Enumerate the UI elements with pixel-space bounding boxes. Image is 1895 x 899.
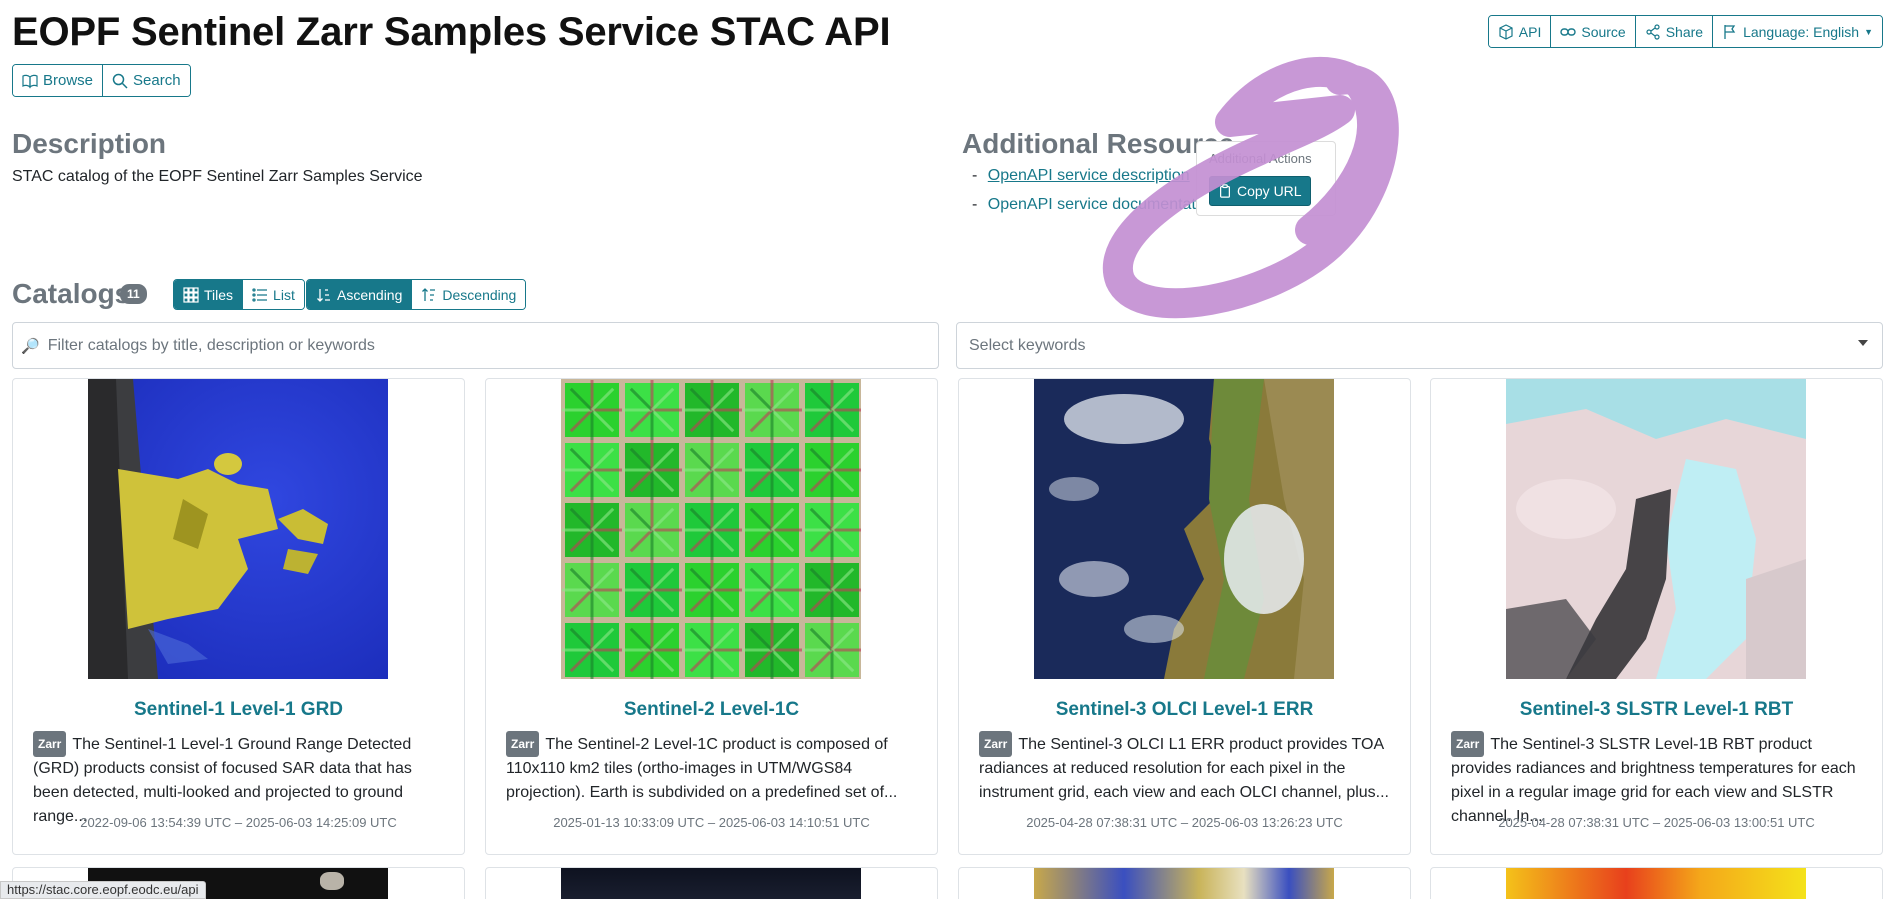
catalog-thumbnail[interactable]: [88, 379, 388, 679]
resource-item: - OpenAPI service description: [972, 167, 1199, 196]
openapi-description-link[interactable]: OpenAPI service description: [988, 167, 1190, 184]
catalog-title[interactable]: Sentinel-2 Level-1C: [486, 699, 937, 721]
api-button[interactable]: API: [1488, 16, 1552, 47]
magnifier-icon: 🔎: [21, 337, 40, 355]
chevron-down-icon: [1858, 340, 1868, 346]
nav-button-group: Browse Search: [12, 64, 191, 97]
chevron-down-icon: ▼: [1864, 26, 1873, 37]
browse-label: Browse: [43, 72, 94, 89]
source-button[interactable]: Source: [1551, 16, 1636, 47]
top-actions-group: API Source Share Language: English ▼: [1487, 15, 1883, 48]
search-icon: [112, 73, 128, 89]
sort-descending-button[interactable]: Descending: [412, 280, 526, 309]
view-toggle-group: Tiles List: [173, 279, 305, 310]
catalog-thumbnail[interactable]: [1034, 868, 1334, 899]
zarr-badge: Zarr: [506, 731, 540, 757]
catalog-title[interactable]: Sentinel-1 Level-1 GRD: [13, 699, 464, 721]
source-label: Source: [1581, 23, 1626, 40]
browser-status-bar: https://stac.core.eopf.eodc.eu/api: [0, 881, 206, 899]
catalog-date-range: 2025-04-28 07:38:31 UTC – 2025-06-03 13:…: [1498, 815, 1815, 830]
resource-item: - OpenAPI service documentati: [972, 196, 1199, 225]
catalog-description-text: The Sentinel-3 SLSTR Level-1B RBT produc…: [1451, 736, 1856, 825]
catalog-filter-field[interactable]: 🔎: [12, 322, 939, 369]
link-icon: [1560, 27, 1577, 36]
tiles-label: Tiles: [204, 286, 234, 303]
list-view-button[interactable]: List: [243, 280, 304, 309]
share-button[interactable]: Share: [1635, 16, 1714, 47]
language-label: Language: English: [1743, 23, 1860, 40]
resources-heading: Additional Resource: [962, 128, 1235, 159]
catalog-title[interactable]: Sentinel-3 SLSTR Level-1 RBT: [1431, 699, 1882, 721]
catalog-filter-input[interactable]: [47, 336, 928, 355]
resource-bullet: -: [972, 167, 978, 184]
keywords-placeholder: Select keywords: [969, 336, 1086, 354]
catalog-card[interactable]: Sentinel-1 Level-1 GRD Zarr The Sentinel-…: [12, 378, 465, 855]
search-label: Search: [133, 72, 181, 89]
catalog-thumbnail[interactable]: [1506, 868, 1806, 899]
catalog-thumbnail[interactable]: [561, 379, 861, 679]
catalog-thumbnail[interactable]: [1034, 379, 1334, 679]
tiles-view-button[interactable]: Tiles: [174, 280, 244, 309]
book-icon: [22, 74, 38, 88]
clipboard-icon: [1220, 184, 1230, 198]
language-dropdown[interactable]: Language: English ▼: [1713, 16, 1882, 47]
catalog-description-text: The Sentinel-3 OLCI L1 ERR product provi…: [979, 736, 1389, 801]
additional-actions-popover: Additional Actions Copy URL: [1196, 141, 1336, 216]
copy-url-label: Copy URL: [1237, 183, 1302, 199]
catalog-card[interactable]: Sentinel-3 SLSTR Level-1 RBT Zarr The Sen…: [1430, 378, 1883, 855]
catalog-description-text: The Sentinel-2 Level-1C product is compo…: [506, 736, 898, 801]
openapi-documentation-link[interactable]: OpenAPI service documentati: [988, 196, 1200, 213]
description-text: STAC catalog of the EOPF Sentinel Zarr S…: [12, 168, 423, 185]
resource-bullet: -: [972, 196, 978, 213]
catalogs-count-badge: 11: [120, 284, 147, 304]
catalog-card[interactable]: [485, 867, 938, 899]
cube-icon: [1499, 23, 1513, 40]
sort-descending-icon: [422, 287, 436, 301]
zarr-badge: Zarr: [1451, 731, 1485, 757]
keywords-select[interactable]: Select keywords: [956, 322, 1883, 369]
zarr-badge: Zarr: [979, 731, 1013, 757]
catalog-date-range: 2022-09-06 13:54:39 UTC – 2025-06-03 14:…: [80, 815, 397, 830]
list-label: List: [273, 286, 295, 303]
list-icon: [252, 287, 268, 302]
flag-icon: [1724, 24, 1736, 39]
catalog-date-range: 2025-04-28 07:38:31 UTC – 2025-06-03 13:…: [1026, 815, 1343, 830]
search-button[interactable]: Search: [103, 65, 190, 96]
share-label: Share: [1665, 23, 1704, 40]
catalog-thumbnail[interactable]: [561, 868, 861, 899]
share-icon: [1646, 23, 1660, 40]
catalog-card[interactable]: Sentinel-3 OLCI Level-1 ERR Zarr The Sent…: [958, 378, 1411, 855]
catalog-thumbnail[interactable]: [1506, 379, 1806, 679]
page-title: EOPF Sentinel Zarr Samples Service STAC …: [12, 10, 891, 54]
description-heading: Description: [12, 128, 167, 159]
copy-url-button[interactable]: Copy URL: [1209, 176, 1311, 206]
sort-toggle-group: Ascending Descending: [306, 279, 527, 310]
sort-ascending-button[interactable]: Ascending: [307, 280, 413, 309]
sort-ascending-icon: [317, 288, 330, 302]
browse-button[interactable]: Browse: [13, 65, 104, 96]
catalog-date-range: 2025-01-13 10:33:09 UTC – 2025-06-03 14:…: [553, 815, 870, 830]
catalog-description: Zarr The Sentinel-2 Level-1C product is c…: [506, 731, 919, 805]
catalogs-heading: Catalogs: [12, 278, 131, 309]
resources-list: - OpenAPI service description - OpenAPI …: [972, 167, 1199, 225]
catalog-card[interactable]: [1430, 867, 1883, 899]
catalog-card[interactable]: [958, 867, 1411, 899]
catalog-title[interactable]: Sentinel-3 OLCI Level-1 ERR: [959, 699, 1410, 721]
popover-title: Additional Actions: [1209, 151, 1312, 166]
catalog-description-text: The Sentinel-1 Level-1 Ground Range Dete…: [33, 736, 412, 825]
catalog-card[interactable]: Sentinel-2 Level-1C Zarr The Sentinel-2 L…: [485, 378, 938, 855]
grid-icon: [183, 286, 199, 303]
api-label: API: [1518, 23, 1542, 40]
ascending-label: Ascending: [337, 286, 403, 303]
zarr-badge: Zarr: [33, 731, 67, 757]
descending-label: Descending: [442, 286, 517, 303]
catalog-description: Zarr The Sentinel-3 OLCI L1 ERR product p…: [979, 731, 1392, 805]
